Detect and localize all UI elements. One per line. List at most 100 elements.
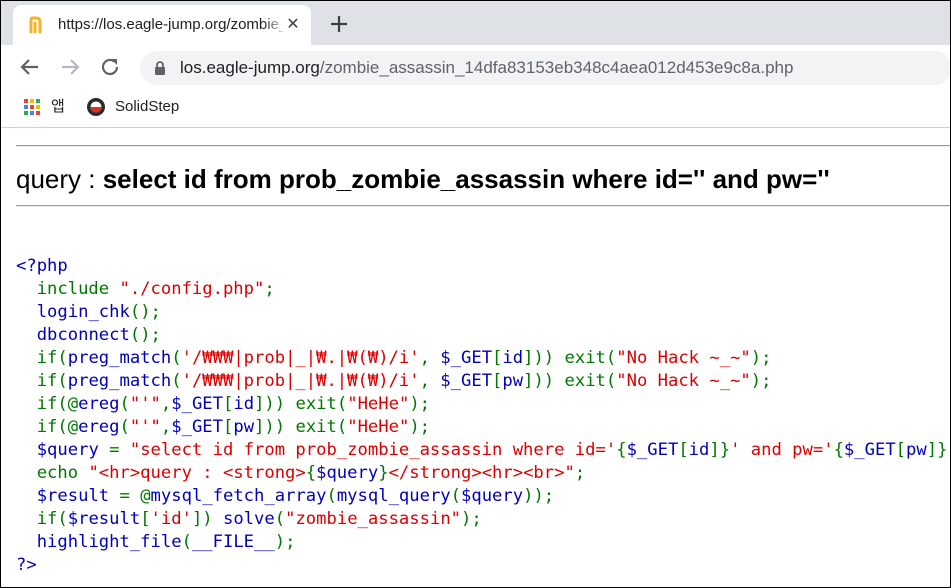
code-token-string: "No Hack ~_~" — [616, 348, 751, 368]
code-token-default: $query — [316, 463, 379, 483]
code-token-keyword: = — [109, 440, 130, 460]
code-token-default: <?php — [16, 256, 68, 276]
bookmark-solidstep-label[interactable]: SolidStep — [115, 98, 179, 116]
code-line: ?> — [16, 554, 950, 577]
code-token-keyword — [16, 440, 37, 460]
code-line: if(preg_match('/₩₩₩|prob|_|₩.|₩(₩)/i', $… — [16, 370, 950, 393]
code-token-string: '/₩₩₩|prob|_|₩.|₩(₩)/i' — [181, 348, 420, 368]
code-token-keyword — [16, 532, 37, 552]
tab-close-icon[interactable]: ✕ — [285, 17, 301, 33]
code-token-default: login_chk — [36, 302, 130, 322]
code-token-keyword: = @ — [119, 486, 151, 506]
code-token-string: '" — [947, 440, 950, 460]
code-token-default: highlight_file — [36, 532, 182, 552]
code-token-default: $query — [461, 486, 524, 506]
solidstep-icon[interactable] — [86, 97, 106, 117]
code-token-keyword: { — [305, 463, 317, 483]
code-line: if(preg_match('/₩₩₩|prob|_|₩.|₩(₩)/i', $… — [16, 347, 950, 370]
code-token-default: dbconnect — [36, 325, 130, 345]
n-favicon-icon — [29, 16, 42, 34]
code-token-keyword: , — [160, 417, 172, 437]
code-line: $query = "select id from prob_zombie_ass… — [16, 439, 950, 462]
horizontal-rule — [16, 145, 950, 147]
code-token-keyword: ]} — [926, 440, 948, 460]
code-token-default: $_GET — [440, 348, 493, 368]
code-token-keyword: if(@ — [16, 417, 79, 437]
code-token-keyword: , — [419, 371, 441, 391]
code-token-string: "'" — [129, 417, 161, 437]
code-token-default: $result — [36, 486, 120, 506]
query-sql: select id from prob_zombie_assassin wher… — [102, 164, 830, 194]
back-arrow-icon[interactable] — [18, 55, 42, 79]
page-content: query : select id from prob_zombie_assas… — [1, 128, 950, 587]
code-token-default: preg_match — [67, 371, 172, 391]
url-text[interactable]: los.eagle-jump.org/zombie_assassin_14dfa… — [180, 58, 793, 78]
code-token-keyword: { — [833, 440, 844, 460]
horizontal-rule — [16, 205, 950, 207]
code-token-default: $_GET — [440, 371, 493, 391]
code-token-keyword: if( — [16, 348, 68, 368]
code-line: $result = @mysql_fetch_array(mysql_query… — [16, 485, 950, 508]
code-token-default: pw — [233, 417, 255, 437]
code-token-keyword: ]) — [191, 509, 223, 529]
code-token-keyword: )); — [523, 486, 555, 506]
code-token-string: "select id from prob_zombie_assassin whe… — [129, 440, 617, 460]
bookmark-apps-label[interactable]: 앱 — [51, 98, 65, 116]
code-line: dbconnect(); — [16, 324, 950, 347]
code-line: <?php — [16, 255, 950, 278]
code-line: echo "<hr>query : <strong>{$query}</stro… — [16, 462, 950, 485]
code-token-keyword: ])) exit( — [523, 371, 617, 391]
code-token-keyword: , — [160, 394, 172, 414]
forward-arrow-icon[interactable] — [58, 55, 82, 79]
code-token-default: ?> — [16, 555, 37, 575]
code-token-keyword: [ — [223, 394, 234, 414]
code-token-keyword: ( — [119, 394, 130, 414]
code-token-string: "'" — [129, 394, 161, 414]
code-token-default: mysql_fetch_array — [150, 486, 327, 506]
query-line: query : select id from prob_zombie_assas… — [16, 162, 830, 196]
code-token-keyword: ); — [274, 532, 296, 552]
code-token-keyword: ])) exit( — [254, 394, 348, 414]
code-token-default: mysql_query — [336, 486, 451, 506]
code-token-default: $result — [67, 509, 141, 529]
code-token-keyword — [16, 302, 37, 322]
reload-icon[interactable] — [98, 55, 122, 79]
code-token-keyword: ; — [574, 463, 586, 483]
code-token-keyword: if( — [16, 371, 68, 391]
code-token-keyword: if( — [16, 509, 68, 529]
tab-title: https://los.eagle-jump.org/zombie_assass… — [58, 16, 283, 33]
address-bar[interactable]: los.eagle-jump.org/zombie_assassin_14dfa… — [140, 51, 950, 85]
php-source-code: <?php include "./config.php"; login_chk(… — [16, 255, 950, 577]
lock-icon[interactable] — [152, 60, 168, 76]
code-token-keyword: , — [419, 348, 441, 368]
url-host: los.eagle-jump.org — [180, 58, 320, 77]
code-token-default: pw — [906, 440, 927, 460]
code-token-default: $_GET — [843, 440, 896, 460]
code-token-keyword: { — [616, 440, 627, 460]
plus-icon[interactable] — [327, 12, 351, 36]
code-token-keyword: [ — [140, 509, 151, 529]
code-token-keyword: (); — [129, 302, 161, 322]
code-line: if(@ereg("'",$_GET[id])) exit("HeHe"); — [16, 393, 950, 416]
code-token-keyword: ); — [461, 509, 482, 529]
code-token-keyword: ( — [171, 371, 182, 391]
browser-toolbar: los.eagle-jump.org/zombie_assassin_14dfa… — [1, 45, 950, 89]
code-line: if(@ereg("'",$_GET[pw])) exit("HeHe"); — [16, 416, 950, 439]
code-token-string: "<hr>query : <strong> — [88, 463, 306, 483]
code-token-keyword: ); — [409, 417, 431, 437]
code-token-keyword: (); — [129, 325, 161, 345]
url-path: /zombie_assassin_14dfa83153eb348c4aea012… — [319, 58, 794, 77]
code-token-string: "./config.php" — [119, 279, 265, 299]
active-tab[interactable]: https://los.eagle-jump.org/zombie_assass… — [13, 5, 311, 45]
apps-grid-icon[interactable] — [23, 98, 41, 116]
code-token-default: ereg — [78, 417, 120, 437]
code-token-string: "zombie_assassin" — [285, 509, 462, 529]
code-token-keyword: if(@ — [16, 394, 79, 414]
query-prefix: query : — [16, 164, 103, 194]
code-token-string: "No Hack ~_~" — [616, 371, 751, 391]
code-token-keyword: [ — [492, 348, 503, 368]
code-token-keyword: echo — [16, 463, 89, 483]
browser-window: https://los.eagle-jump.org/zombie_assass… — [0, 0, 951, 588]
code-token-string: "HeHe" — [347, 394, 410, 414]
code-line: highlight_file(__FILE__); — [16, 531, 950, 554]
